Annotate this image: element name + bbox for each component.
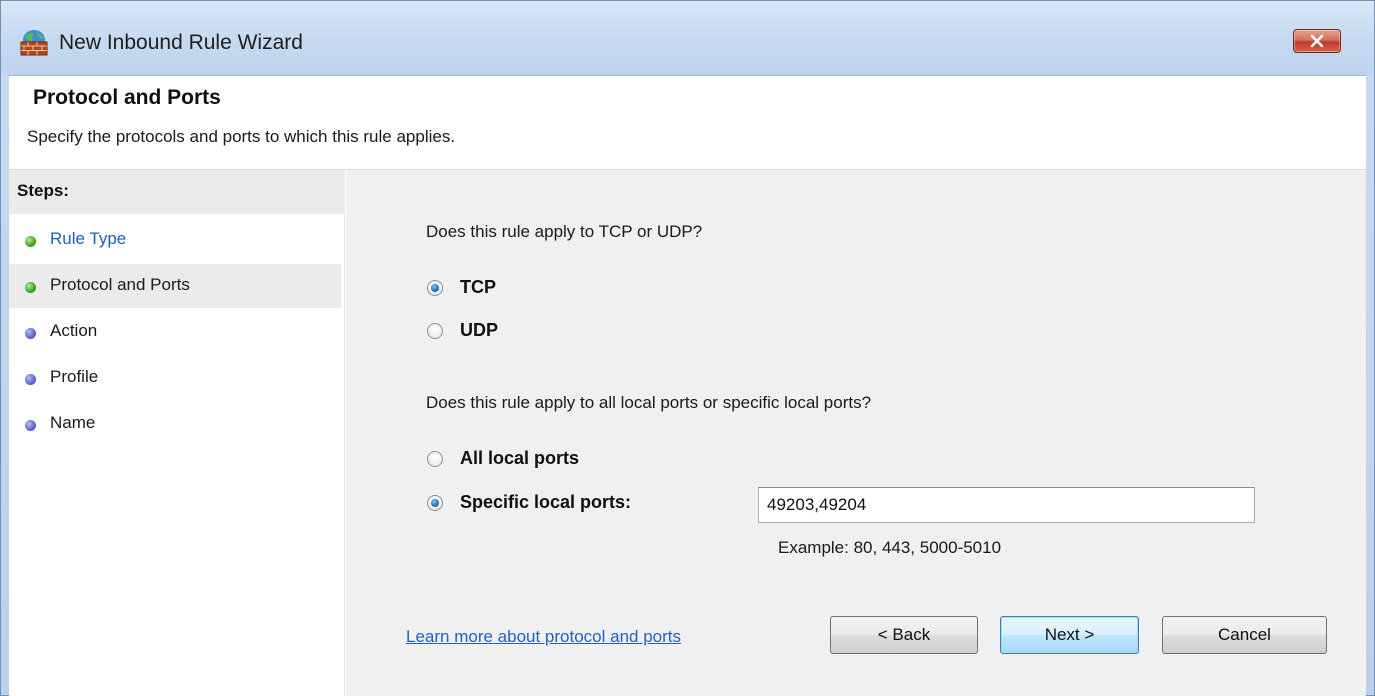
step-label: Protocol and Ports — [50, 275, 190, 294]
page-subtitle: Specify the protocols and ports to which… — [27, 127, 456, 146]
firewall-icon — [19, 27, 49, 57]
step-rule-type[interactable]: Rule Type — [9, 218, 341, 262]
step-label: Profile — [50, 367, 99, 386]
step-profile: Profile — [9, 356, 341, 400]
step-protocol-and-ports: Protocol and Ports — [9, 264, 341, 308]
steps-heading: Steps: — [17, 181, 69, 200]
radio-button[interactable] — [427, 494, 443, 511]
radio-label[interactable]: Specific local ports: — [460, 492, 631, 513]
step-pending-icon — [25, 374, 36, 385]
ports-example: Example: 80, 443, 5000-5010 — [778, 538, 1002, 557]
protocol-question: Does this rule apply to TCP or UDP? — [426, 222, 703, 241]
specific-ports-input[interactable] — [758, 487, 1255, 523]
page-header: Protocol and Ports Specify the protocols… — [9, 76, 1366, 170]
radio-label[interactable]: UDP — [460, 320, 498, 341]
step-pending-icon — [25, 328, 36, 339]
radio-specific-local-ports[interactable]: Specific local ports: — [427, 492, 631, 513]
back-button[interactable]: < Back — [830, 616, 978, 654]
radio-label[interactable]: TCP — [460, 277, 496, 298]
step-label[interactable]: Rule Type — [50, 229, 126, 249]
steps-header: Steps: — [9, 170, 345, 214]
next-button[interactable]: Next > — [1000, 616, 1139, 654]
content-panel: Does this rule apply to TCP or UDP? TCP … — [346, 170, 1366, 696]
learn-more-link[interactable]: Learn more about protocol and ports — [406, 627, 681, 647]
ports-question: Does this rule apply to all local ports … — [426, 393, 872, 412]
close-icon — [1310, 34, 1324, 48]
page-title: Protocol and Ports — [33, 86, 221, 109]
step-name: Name — [9, 402, 341, 446]
wizard-window: New Inbound Rule Wizard Protocol and Por… — [0, 0, 1375, 696]
wizard-client-area: Protocol and Ports Specify the protocols… — [9, 75, 1366, 696]
radio-button[interactable] — [427, 279, 443, 296]
window-title: New Inbound Rule Wizard — [59, 31, 303, 54]
step-complete-icon — [25, 282, 36, 293]
step-pending-icon — [25, 420, 36, 431]
cancel-button[interactable]: Cancel — [1162, 616, 1327, 654]
step-label: Action — [50, 321, 98, 340]
radio-button[interactable] — [427, 450, 443, 467]
title-bar[interactable]: New Inbound Rule Wizard — [1, 1, 1374, 75]
steps-panel: Steps: Rule Type Protocol and Ports Acti… — [9, 170, 345, 696]
step-action: Action — [9, 310, 341, 354]
close-button[interactable] — [1293, 29, 1341, 53]
radio-button[interactable] — [427, 322, 443, 339]
radio-udp[interactable]: UDP — [427, 320, 498, 341]
radio-label[interactable]: All local ports — [460, 448, 579, 469]
radio-tcp[interactable]: TCP — [427, 277, 496, 298]
radio-all-local-ports[interactable]: All local ports — [427, 448, 579, 469]
step-complete-icon — [25, 236, 36, 247]
step-label: Name — [50, 413, 96, 432]
